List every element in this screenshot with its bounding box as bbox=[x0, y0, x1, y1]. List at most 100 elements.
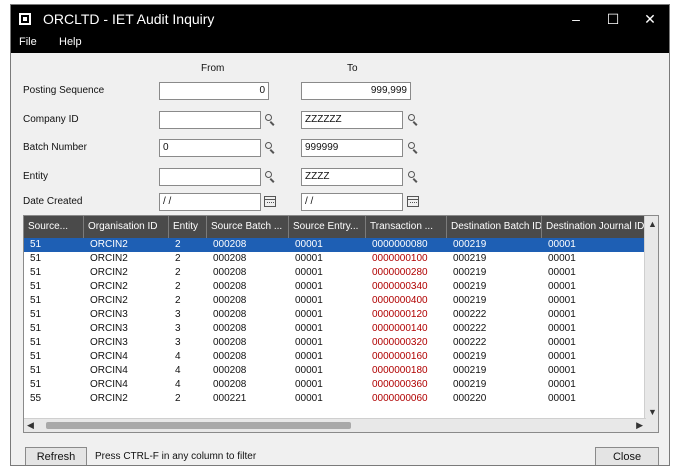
scroll-up-icon[interactable]: ▲ bbox=[648, 219, 657, 229]
table-cell: 000219 bbox=[453, 239, 487, 250]
table-cell: 00001 bbox=[295, 295, 323, 306]
table-cell: 55 bbox=[30, 393, 42, 404]
batch-number-to-field[interactable]: 999999 bbox=[301, 139, 403, 157]
column-header-8[interactable]: Destination Journal ID bbox=[542, 216, 646, 238]
company-id-label: Company ID bbox=[23, 114, 79, 125]
table-cell: 000208 bbox=[213, 295, 247, 306]
table-row[interactable]: 51 ORCIN3 3 000208 00001 0000000140 000222 0000… bbox=[24, 322, 646, 336]
entity-from-field[interactable] bbox=[159, 168, 261, 186]
entity-from-finder-icon[interactable] bbox=[263, 170, 277, 184]
table-cell: 00001 bbox=[548, 351, 576, 362]
company-id-from-finder-icon[interactable] bbox=[263, 113, 277, 127]
company-id-to-field[interactable]: ZZZZZZ bbox=[301, 111, 403, 129]
table-cell: 00001 bbox=[548, 267, 576, 278]
scroll-down-icon[interactable]: ▼ bbox=[648, 407, 657, 417]
table-cell: 00001 bbox=[295, 379, 323, 390]
table-cell: 51 bbox=[30, 351, 42, 362]
column-header-2[interactable]: Organisation ID bbox=[84, 216, 169, 238]
table-row[interactable]: 51 ORCIN2 2 000208 00001 0000000400 000219 0000… bbox=[24, 294, 646, 308]
table-cell: 00001 bbox=[548, 239, 576, 250]
table-row[interactable]: 51 ORCIN4 4 000208 00001 0000000180 000219 0000… bbox=[24, 364, 646, 378]
table-cell: ORCIN3 bbox=[90, 323, 128, 334]
table-cell: ORCIN3 bbox=[90, 337, 128, 348]
table-cell: 00001 bbox=[295, 337, 323, 348]
table-cell: 0000000100 bbox=[372, 253, 428, 264]
menu-help[interactable]: Help bbox=[59, 36, 82, 48]
date-to-calendar-icon[interactable] bbox=[407, 196, 419, 207]
maximize-button[interactable]: ☐ bbox=[596, 9, 630, 29]
table-cell: ORCIN2 bbox=[90, 393, 128, 404]
close-window-button[interactable]: ✕ bbox=[633, 9, 667, 29]
posting-sequence-to-field[interactable]: 999,999 bbox=[301, 82, 411, 100]
horizontal-scrollbar[interactable]: ◀ ▶ bbox=[24, 418, 646, 432]
menu-file[interactable]: File bbox=[19, 36, 37, 48]
table-cell: 000208 bbox=[213, 239, 247, 250]
table-cell: 51 bbox=[30, 267, 42, 278]
table-cell: 00001 bbox=[548, 393, 576, 404]
date-created-label: Date Created bbox=[23, 196, 83, 207]
close-button[interactable]: Close bbox=[595, 447, 659, 465]
table-cell: 000220 bbox=[453, 393, 487, 404]
table-cell: 2 bbox=[175, 281, 181, 292]
table-row[interactable]: 55 ORCIN2 2 000221 00001 0000000060 000220 0000… bbox=[24, 392, 646, 406]
table-cell: 000222 bbox=[453, 309, 487, 320]
table-row[interactable]: 51 ORCIN3 3 000208 00001 0000000120 000222 0000… bbox=[24, 308, 646, 322]
table-row[interactable]: 51 ORCIN2 2 000208 00001 0000000340 000219 0000… bbox=[24, 280, 646, 294]
horizontal-scroll-thumb[interactable] bbox=[46, 422, 351, 429]
date-from-calendar-icon[interactable] bbox=[264, 196, 276, 207]
batch-number-from-finder-icon[interactable] bbox=[263, 141, 277, 155]
date-created-from-field[interactable]: / / bbox=[159, 193, 261, 211]
column-header-6[interactable]: Transaction ... bbox=[366, 216, 447, 238]
company-id-from-field[interactable] bbox=[159, 111, 261, 129]
table-cell: 0000000360 bbox=[372, 379, 428, 390]
scroll-right-icon[interactable]: ▶ bbox=[636, 420, 643, 431]
date-created-to-field[interactable]: / / bbox=[301, 193, 403, 211]
filter-hint: Press CTRL-F in any column to filter bbox=[95, 451, 257, 462]
grid-header: Source... Organisation ID Entity Source Bat… bbox=[24, 216, 646, 238]
table-cell: ORCIN2 bbox=[90, 281, 128, 292]
minimize-button[interactable]: – bbox=[559, 9, 593, 29]
table-cell: 51 bbox=[30, 337, 42, 348]
column-header-7[interactable]: Destination Batch ID bbox=[447, 216, 542, 238]
batch-number-label: Batch Number bbox=[23, 142, 87, 153]
batch-number-from-field[interactable]: 0 bbox=[159, 139, 261, 157]
table-cell: 00001 bbox=[548, 365, 576, 376]
table-cell: 000219 bbox=[453, 281, 487, 292]
table-row[interactable]: 51 ORCIN3 3 000208 00001 0000000320 000222 0000… bbox=[24, 336, 646, 350]
table-cell: 000208 bbox=[213, 337, 247, 348]
vertical-scrollbar[interactable]: ▲ ▼ bbox=[644, 216, 658, 419]
table-cell: 000208 bbox=[213, 267, 247, 278]
table-row[interactable]: 51 ORCIN2 2 000208 00001 0000000100 000219 0000… bbox=[24, 252, 646, 266]
from-header: From bbox=[201, 63, 225, 74]
batch-number-to-finder-icon[interactable] bbox=[406, 141, 420, 155]
table-cell: 00001 bbox=[548, 281, 576, 292]
table-cell: 51 bbox=[30, 323, 42, 334]
company-id-to-finder-icon[interactable] bbox=[406, 113, 420, 127]
posting-sequence-label: Posting Sequence bbox=[23, 85, 105, 96]
table-row[interactable]: 51 ORCIN4 4 000208 00001 0000000360 000219 0000… bbox=[24, 378, 646, 392]
table-row[interactable]: 51 ORCIN2 2 000208 00001 0000000080 000219 0000… bbox=[24, 238, 646, 252]
table-cell: 00001 bbox=[548, 295, 576, 306]
column-header-4[interactable]: Source Batch ... bbox=[207, 216, 289, 238]
table-cell: 000219 bbox=[453, 267, 487, 278]
scroll-left-icon[interactable]: ◀ bbox=[27, 420, 34, 431]
table-cell: ORCIN4 bbox=[90, 351, 128, 362]
table-cell: 000208 bbox=[213, 253, 247, 264]
entity-to-finder-icon[interactable] bbox=[406, 170, 420, 184]
table-cell: 2 bbox=[175, 253, 181, 264]
table-row[interactable]: 51 ORCIN4 4 000208 00001 0000000160 000219 0000… bbox=[24, 350, 646, 364]
column-header-5[interactable]: Source Entry... bbox=[289, 216, 366, 238]
refresh-button[interactable]: Refresh bbox=[25, 447, 87, 465]
posting-sequence-from-field[interactable]: 0 bbox=[159, 82, 269, 100]
entity-to-field[interactable]: ZZZZ bbox=[301, 168, 403, 186]
table-cell: 3 bbox=[175, 337, 181, 348]
table-cell: 0000000180 bbox=[372, 365, 428, 376]
table-cell: 51 bbox=[30, 239, 42, 250]
table-row[interactable]: 51 ORCIN2 2 000208 00001 0000000280 000219 0000… bbox=[24, 266, 646, 280]
table-cell: 00001 bbox=[295, 267, 323, 278]
table-cell: ORCIN2 bbox=[90, 239, 128, 250]
column-header-3[interactable]: Entity bbox=[169, 216, 207, 238]
table-cell: 51 bbox=[30, 309, 42, 320]
column-header-1[interactable]: Source... bbox=[24, 216, 84, 238]
table-cell: 0000000120 bbox=[372, 309, 428, 320]
